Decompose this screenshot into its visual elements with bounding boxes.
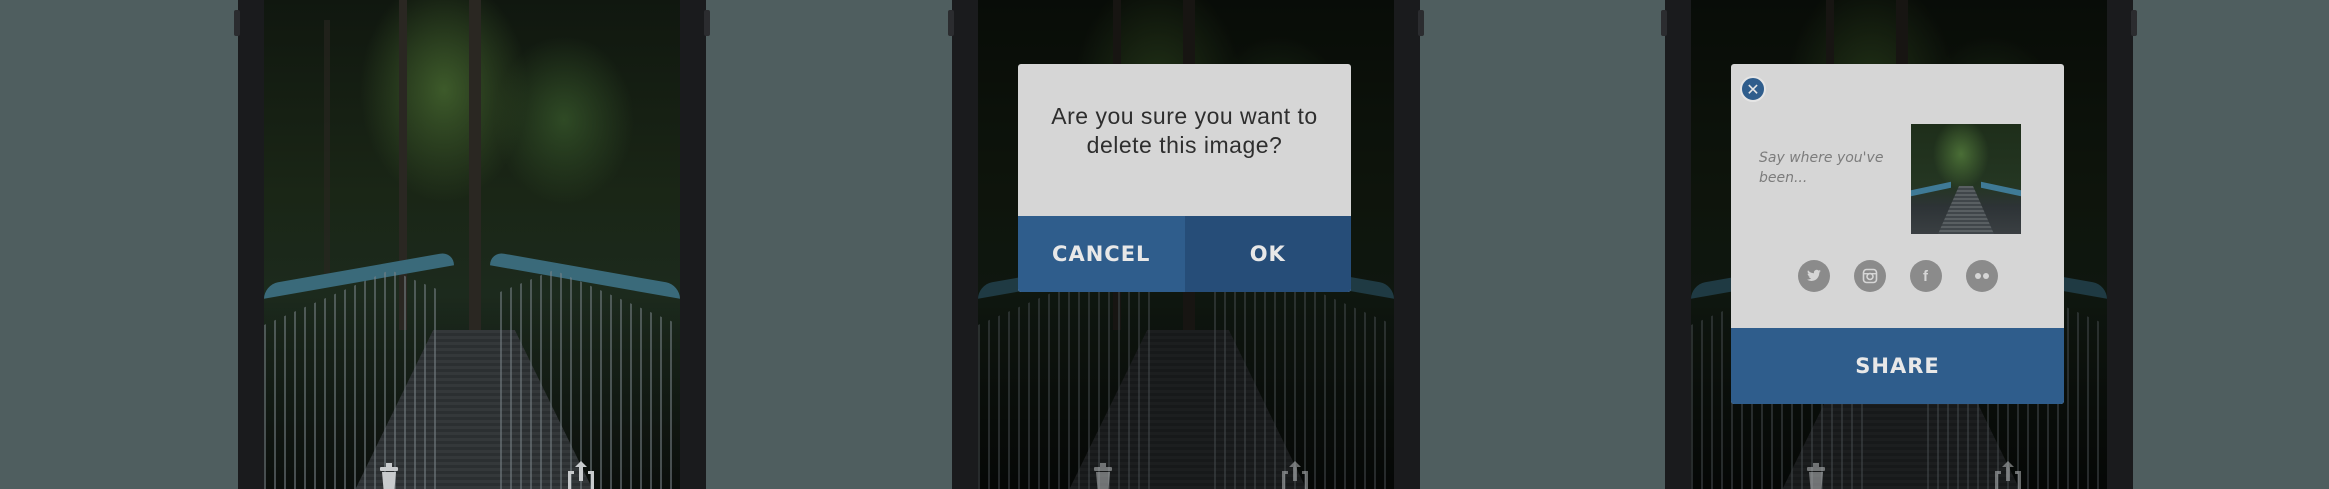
- caption-placeholder[interactable]: Say where you've been...: [1759, 148, 1889, 188]
- phone-side-button: [704, 10, 710, 36]
- share-icon: [1278, 459, 1312, 489]
- twitter-icon[interactable]: [1797, 260, 1830, 292]
- phone-screen-photo: [264, 0, 680, 489]
- flickr-icon[interactable]: [1965, 260, 1998, 292]
- social-icons: f: [1731, 260, 2064, 292]
- cancel-button[interactable]: CANCEL: [1018, 216, 1185, 292]
- share-icon[interactable]: [564, 459, 598, 489]
- phone-screen-share: ✕ Say where you've been... f SHARE: [1691, 0, 2107, 489]
- image-thumbnail: [1911, 124, 2021, 234]
- trash-icon: [1801, 459, 1831, 489]
- ok-button[interactable]: OK: [1184, 216, 1351, 292]
- dialog-buttons: CANCEL OK: [1018, 216, 1351, 292]
- facebook-icon[interactable]: f: [1909, 260, 1942, 292]
- instagram-icon[interactable]: [1853, 260, 1886, 292]
- phone-side-button: [948, 10, 954, 36]
- share-icon: [1991, 459, 2025, 489]
- share-dialog: ✕ Say where you've been... f SHARE: [1731, 64, 2064, 404]
- delete-confirm-message: Are you sure you want to delete this ima…: [1018, 102, 1351, 160]
- trash-icon[interactable]: [374, 459, 404, 489]
- share-button[interactable]: SHARE: [1731, 328, 2064, 404]
- phone-side-button: [1661, 10, 1667, 36]
- message-line-2: delete this image?: [1086, 132, 1283, 158]
- phone-side-button: [234, 10, 240, 36]
- phone-frame-2: Are you sure you want to delete this ima…: [948, 0, 1424, 489]
- forest-bridge-photo: [264, 0, 680, 489]
- phone-side-button: [2131, 10, 2137, 36]
- phone-side-button: [1418, 10, 1424, 36]
- phone-frame-3: ✕ Say where you've been... f SHARE: [1661, 0, 2137, 489]
- delete-confirm-dialog: Are you sure you want to delete this ima…: [1018, 64, 1351, 292]
- trash-icon: [1088, 459, 1118, 489]
- message-line-1: Are you sure you want to: [1051, 103, 1318, 129]
- phone-screen-delete: Are you sure you want to delete this ima…: [978, 0, 1394, 489]
- close-icon[interactable]: ✕: [1740, 76, 1766, 102]
- phone-frame-1: [234, 0, 710, 489]
